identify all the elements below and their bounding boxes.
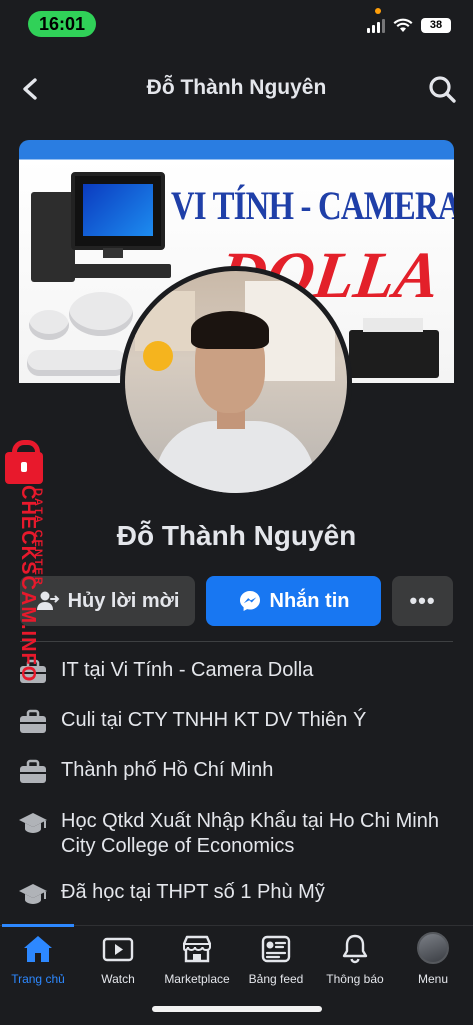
watermark-subtext: DATA CENTER bbox=[32, 488, 44, 587]
detail-text: Đã học tại THPT số 1 Phù Mỹ bbox=[61, 881, 325, 903]
detail-education: Học Qtkd Xuất Nhập Khẩu tại Ho Chi Minh … bbox=[18, 809, 458, 859]
search-button[interactable] bbox=[425, 72, 459, 106]
briefcase-icon bbox=[20, 759, 46, 783]
bell-icon bbox=[342, 934, 368, 964]
tab-notifications[interactable]: Thông báo bbox=[315, 932, 395, 986]
tab-label: Bảng feed bbox=[248, 972, 304, 986]
section-divider bbox=[20, 641, 453, 642]
status-icons: 38 bbox=[367, 18, 451, 33]
message-label: Nhắn tin bbox=[269, 589, 350, 612]
cover-title-text: VI TÍNH - CAMERA bbox=[171, 183, 454, 228]
tab-label: Menu bbox=[417, 972, 449, 986]
video-icon bbox=[102, 937, 134, 962]
security-camera-image bbox=[69, 292, 133, 336]
cellular-signal-icon bbox=[367, 18, 385, 33]
top-navigation: Đỗ Thành Nguyên bbox=[0, 58, 473, 120]
home-indicator[interactable] bbox=[152, 1006, 322, 1012]
battery-indicator: 38 bbox=[421, 18, 451, 33]
profile-name: Đỗ Thành Nguyên bbox=[116, 520, 357, 551]
status-bar: 16:01 38 bbox=[0, 0, 473, 58]
monitor-image bbox=[71, 172, 165, 250]
detail-text: Thành phố Hồ Chí Minh bbox=[61, 759, 274, 781]
shop-icon bbox=[182, 935, 212, 963]
detail-education: Đã học tại THPT số 1 Phù Mỹ bbox=[18, 880, 458, 907]
more-options-button[interactable]: ••• bbox=[392, 576, 453, 626]
detail-text: IT tại Vi Tính - Camera Dolla bbox=[61, 659, 314, 681]
detail-text: Học Qtkd Xuất Nhập Khẩu tại Ho Chi Minh … bbox=[61, 810, 439, 857]
tab-label: Thông báo bbox=[326, 972, 384, 986]
profile-avatar[interactable] bbox=[120, 266, 352, 498]
cancel-friend-request-label: Hủy lời mời bbox=[67, 589, 180, 612]
home-icon bbox=[24, 936, 52, 962]
graduation-cap-icon bbox=[19, 884, 47, 904]
search-icon bbox=[429, 76, 456, 103]
tab-label: Trang chủ bbox=[11, 972, 65, 986]
feed-icon bbox=[261, 935, 291, 963]
sticker-icon bbox=[143, 341, 173, 371]
tab-menu[interactable]: Menu bbox=[393, 932, 473, 986]
tab-marketplace[interactable]: Marketplace bbox=[157, 932, 237, 986]
menu-avatar bbox=[417, 932, 449, 964]
page-title: Đỗ Thành Nguyên bbox=[146, 76, 327, 99]
security-camera-image bbox=[27, 350, 127, 376]
messenger-icon bbox=[239, 591, 260, 611]
security-camera-image bbox=[29, 310, 69, 340]
detail-work: IT tại Vi Tính - Camera Dolla bbox=[18, 658, 458, 685]
tab-feed[interactable]: Bảng feed bbox=[236, 932, 316, 986]
wifi-icon bbox=[393, 18, 413, 32]
briefcase-icon bbox=[20, 709, 46, 733]
tab-label: Watch bbox=[101, 972, 135, 986]
privacy-indicator-dot bbox=[375, 8, 381, 14]
watermark: CHECKSCAM.INFO DATA CENTER bbox=[2, 440, 52, 682]
status-time: 16:01 bbox=[28, 11, 96, 37]
tab-label: Marketplace bbox=[164, 972, 230, 986]
tab-home[interactable]: Trang chủ bbox=[0, 932, 78, 986]
keyboard-image bbox=[71, 264, 171, 278]
detail-work: Culi tại CTY TNHH KT DV Thiên Ý bbox=[18, 708, 458, 735]
monitor-stand bbox=[103, 248, 123, 258]
person-shirt bbox=[155, 421, 315, 493]
profile-actions: Hủy lời mời Nhắn tin ••• bbox=[20, 576, 453, 626]
printer-image bbox=[349, 318, 439, 378]
detail-location: Thành phố Hồ Chí Minh bbox=[18, 758, 458, 785]
graduation-cap-icon bbox=[19, 813, 47, 833]
detail-text: Culi tại CTY TNHH KT DV Thiên Ý bbox=[61, 709, 367, 731]
person-hair bbox=[191, 311, 269, 349]
tab-watch[interactable]: Watch bbox=[78, 932, 158, 986]
computer-tower-image bbox=[31, 192, 75, 282]
lock-icon bbox=[5, 440, 43, 484]
message-button[interactable]: Nhắn tin bbox=[206, 576, 381, 626]
active-tab-indicator bbox=[2, 924, 74, 927]
profile-photo bbox=[125, 271, 347, 493]
